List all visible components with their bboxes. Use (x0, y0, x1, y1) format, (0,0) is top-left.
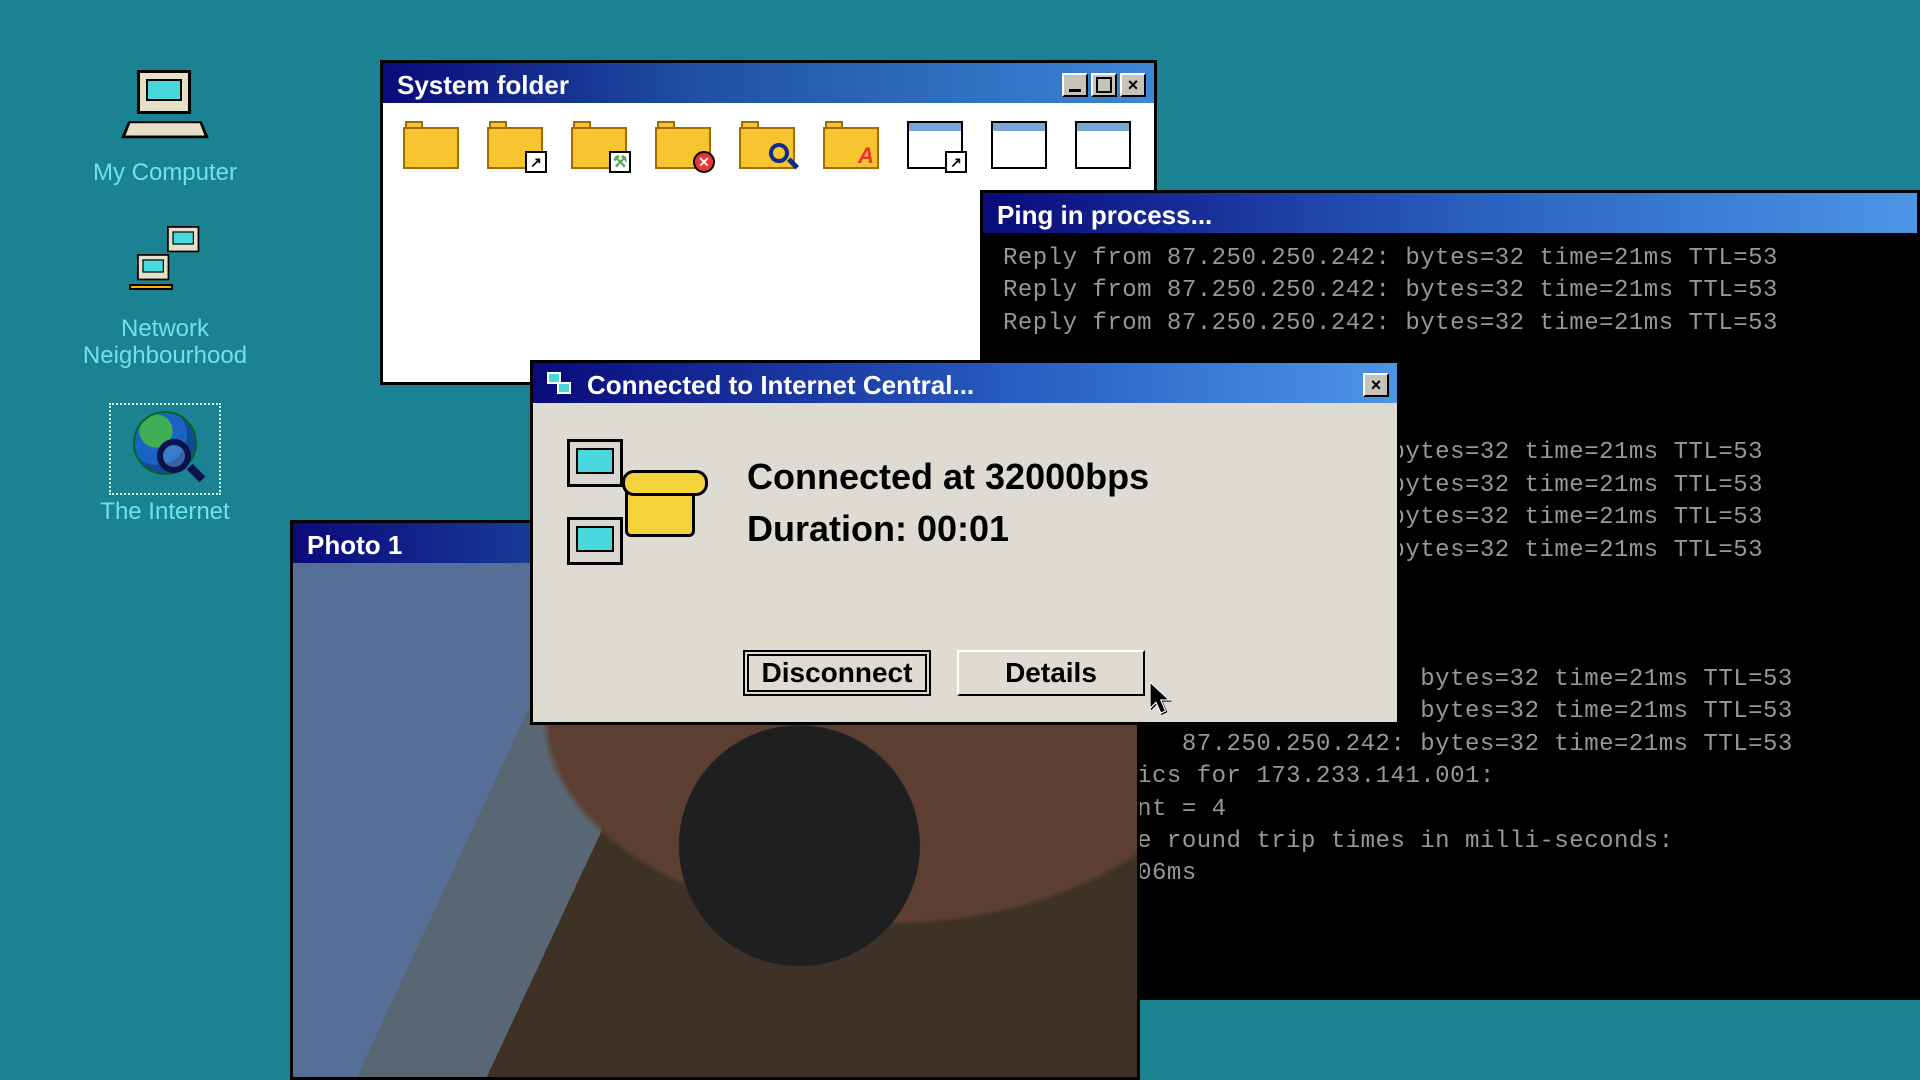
details-button[interactable]: Details (957, 650, 1145, 696)
arrow-badge-icon (945, 151, 967, 173)
window-title: Connected to Internet Central... (587, 370, 1360, 401)
desktop-icons: My Computer Network Neighbourhood The In… (50, 70, 280, 566)
arrow-badge-icon (525, 151, 547, 173)
modem-network-icon (567, 439, 707, 579)
desktop-icon-network-neighbourhood[interactable]: Network Neighbourhood (50, 226, 280, 369)
folder-search[interactable] (739, 121, 795, 169)
window-title: System folder (397, 70, 1059, 101)
window-title: Ping in process... (997, 200, 1909, 231)
tools-badge-icon (609, 151, 631, 173)
folder-plain[interactable] (403, 121, 459, 169)
dialog-connection[interactable]: Connected to Internet Central... × Conne… (530, 360, 1400, 725)
desktop-icon-label: My Computer (50, 160, 280, 186)
connection-duration: Duration: 00:01 (747, 503, 1149, 555)
desktop-icon-the-internet[interactable]: The Internet (50, 409, 280, 525)
desktop-icon-label: The Internet (50, 499, 280, 525)
desktop-icon-my-computer[interactable]: My Computer (50, 70, 280, 186)
network-icon (115, 226, 215, 306)
disconnect-button[interactable]: Disconnect (743, 650, 931, 696)
folder-fonts[interactable] (823, 121, 879, 169)
titlebar[interactable]: Ping in process... (983, 193, 1917, 233)
window-user[interactable] (991, 121, 1047, 169)
close-button[interactable]: × (1363, 373, 1389, 397)
minimize-button[interactable] (1062, 73, 1088, 97)
computer-icon (115, 70, 215, 150)
connection-speed: Connected at 32000bps (747, 451, 1149, 503)
err-badge-icon (693, 151, 715, 173)
window-colors[interactable] (1075, 121, 1131, 169)
folder-contents (383, 103, 1154, 187)
window-shortcut[interactable] (907, 121, 963, 169)
folder-tools[interactable] (571, 121, 627, 169)
desktop-icon-label: Network Neighbourhood (50, 316, 280, 369)
maximize-button[interactable] (1091, 73, 1117, 97)
folder-error[interactable] (655, 121, 711, 169)
folder-shortcut[interactable] (487, 121, 543, 169)
titlebar[interactable]: Connected to Internet Central... × (533, 363, 1397, 403)
font-badge-icon (855, 145, 877, 167)
connection-icon (547, 372, 577, 398)
search-badge-icon (769, 143, 799, 173)
connection-status-text: Connected at 32000bps Duration: 00:01 (747, 439, 1149, 579)
close-button[interactable]: × (1120, 73, 1146, 97)
cursor-icon (1150, 682, 1174, 714)
titlebar[interactable]: System folder × (383, 63, 1154, 103)
globe-search-icon (115, 409, 215, 489)
